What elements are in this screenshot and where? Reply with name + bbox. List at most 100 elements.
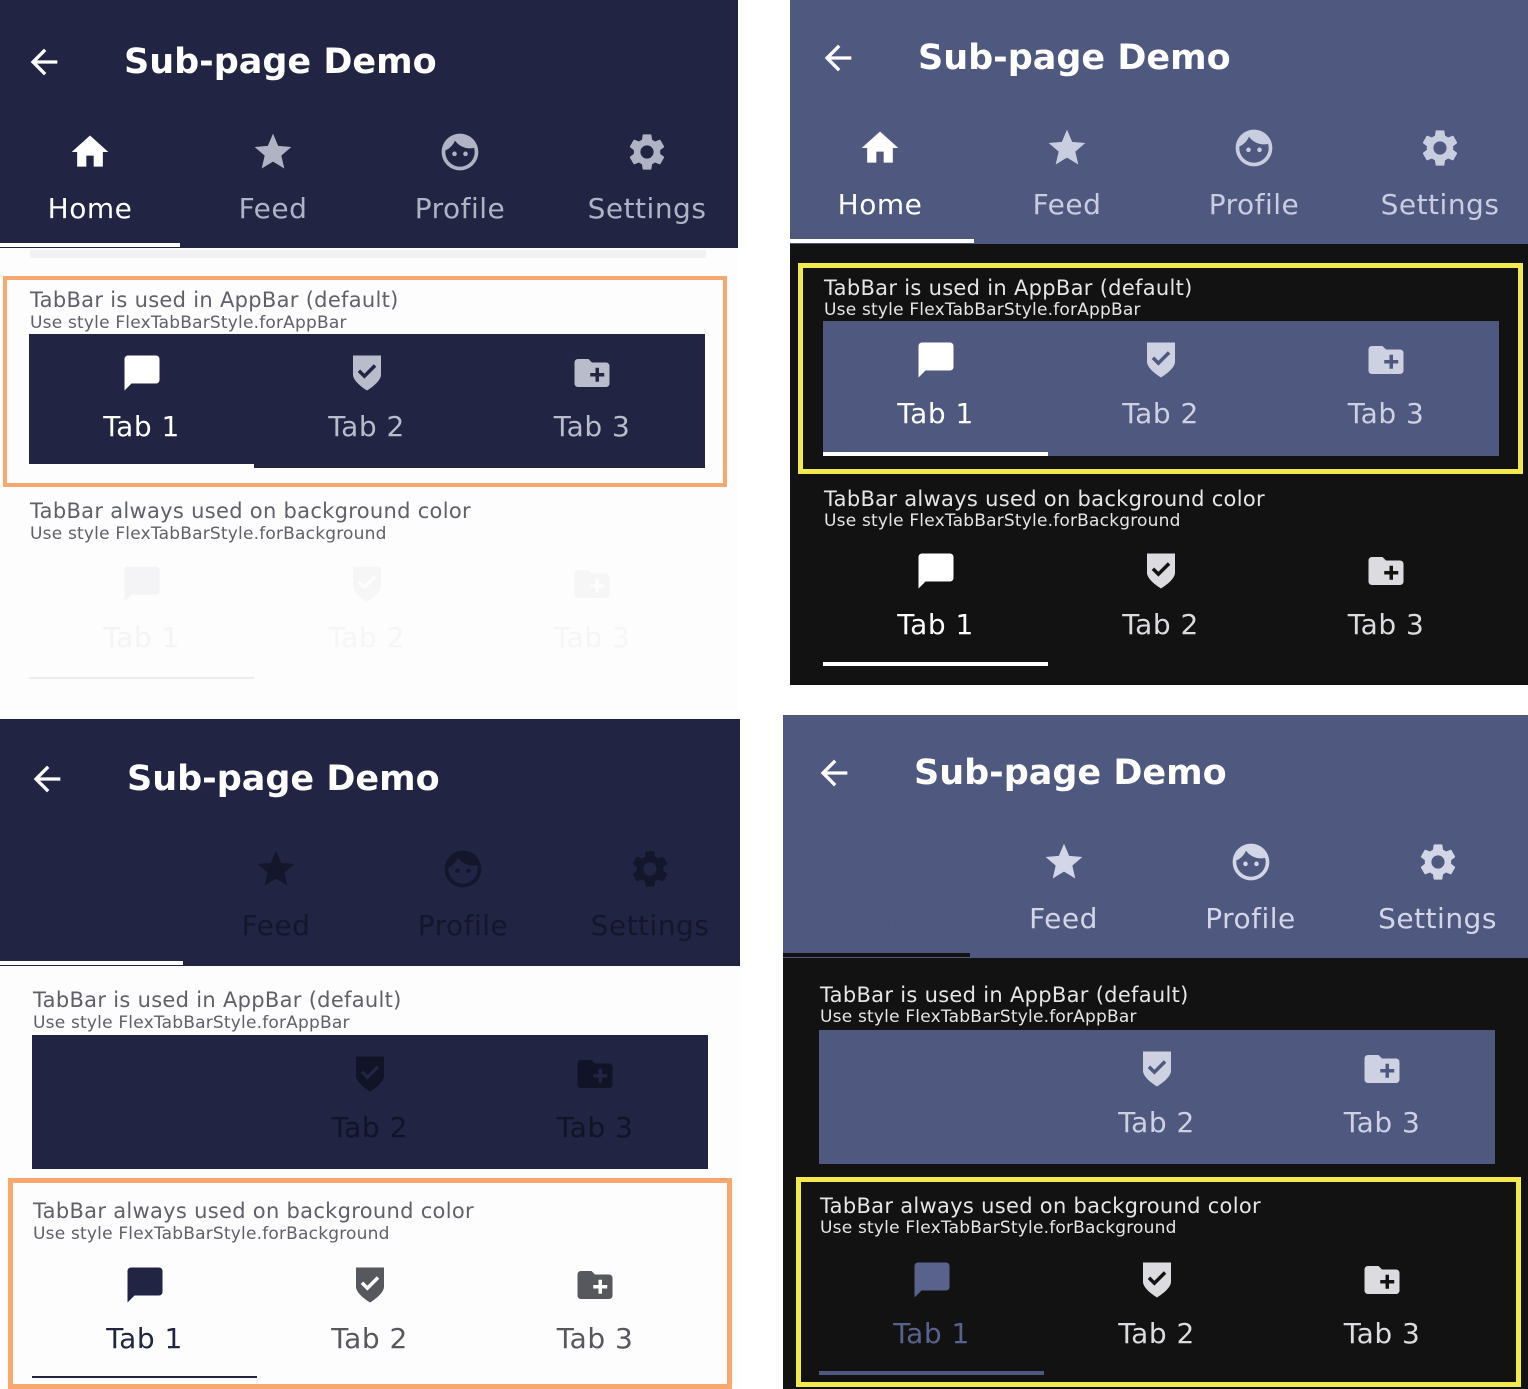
inner-tab-1[interactable]: Tab 1 [823,550,1048,641]
inner-tab-3[interactable]: Tab 3 [482,1264,708,1355]
inner-tab-3[interactable]: Tab 3 [479,352,705,443]
tab-feed[interactable]: Feed [974,126,1160,221]
inner-tab-2-label: Tab 2 [328,621,405,654]
app-bar: Sub-page Demo Home Feed Profile Settings [790,0,1528,244]
inner-tab-2[interactable]: Tab 2 [257,1264,482,1355]
home-icon [855,840,899,884]
tab-feed-label: Feed [1029,902,1098,935]
tab-home[interactable]: Home [783,840,970,935]
tab-feed[interactable]: Feed [970,840,1157,935]
inner-tab-3[interactable]: Tab 3 [482,1053,708,1144]
page-title: Sub-page Demo [127,759,440,799]
tab-profile[interactable]: Profile [369,847,557,942]
inner-tab-indicator [29,677,254,679]
inner-tab-indicator [819,1371,1044,1375]
app-bar: Sub-page Demo Home Feed Profile Settings [783,715,1528,958]
inner-tab-1[interactable]: Tab 1 [29,563,254,654]
section-appbar-subtitle: Use style FlexTabBarStyle.forAppBar [33,1013,350,1033]
section-appbar-subtitle: Use style FlexTabBarStyle.forAppBar [30,313,347,333]
inner-tab-1[interactable]: Tab 1 [819,1259,1044,1350]
back-arrow-icon[interactable] [27,759,67,799]
tab-profile[interactable]: Profile [1160,126,1348,221]
inner-tab-1[interactable]: Tab 1 [32,1264,257,1355]
back-arrow-icon[interactable] [24,42,64,82]
section-appbar-subtitle: Use style FlexTabBarStyle.forAppBar [820,1007,1137,1027]
tab-indicator [0,243,180,247]
inner-tab-indicator [823,662,1048,666]
folder-add-icon [574,1053,616,1095]
inner-tab-3[interactable]: Tab 3 [1273,550,1499,641]
inner-tab-2[interactable]: Tab 2 [1048,550,1273,641]
chat-icon [124,1264,166,1306]
inner-tab-2[interactable]: Tab 2 [1044,1048,1269,1139]
chat-icon [121,352,163,394]
tab-home-label: Home [837,188,923,221]
inner-tab-2-label: Tab 2 [1118,1106,1195,1139]
home-icon [70,847,114,891]
section-background-title: TabBar always used on background color [30,499,471,523]
tab-profile-label: Profile [1205,902,1296,935]
tab-home-label: Home [834,902,919,935]
inner-tab-3[interactable]: Tab 3 [1269,1048,1495,1139]
inner-tabbar-appbar-style: Tab 1 Tab 2 Tab 3 [32,1035,708,1169]
tab-home[interactable]: Home [0,847,183,942]
chat-icon [911,1259,953,1301]
inner-tab-3-label: Tab 3 [1347,397,1425,430]
inner-tabbar-appbar-style: Tab 1 Tab 2 Tab 3 [819,1030,1495,1164]
tab-settings[interactable]: Settings [557,847,740,942]
shield-check-icon [346,563,388,605]
tab-home[interactable]: Home [790,126,970,221]
inner-tab-3[interactable]: Tab 3 [1269,1259,1495,1350]
inner-tab-2[interactable]: Tab 2 [1048,339,1273,430]
gear-icon [625,130,669,174]
chat-icon [121,563,163,605]
star-icon [1045,126,1089,170]
inner-tab-2[interactable]: Tab 2 [254,563,479,654]
tab-feed[interactable]: Feed [183,847,369,942]
folder-add-icon [1365,550,1407,592]
tab-profile-label: Profile [417,909,509,942]
tab-indicator [0,961,183,965]
back-arrow-icon[interactable] [818,38,858,78]
inner-tab-indicator [823,452,1048,456]
section-background-subtitle: Use style FlexTabBarStyle.forBackground [820,1218,1177,1238]
inner-tab-1[interactable]: Tab 1 [32,1053,257,1144]
tab-profile[interactable]: Profile [366,130,554,225]
tab-settings[interactable]: Settings [1344,840,1528,935]
inner-tab-1-label: Tab 1 [103,621,180,654]
inner-tab-1[interactable]: Tab 1 [819,1048,1044,1139]
inner-tab-3-label: Tab 3 [1343,1106,1421,1139]
inner-tabbar-background-style: Tab 1 Tab 2 Tab 3 [819,1241,1495,1377]
inner-tab-2-label: Tab 2 [1118,1317,1195,1350]
inner-tab-1[interactable]: Tab 1 [29,352,254,443]
inner-tab-2[interactable]: Tab 2 [257,1053,482,1144]
shield-check-icon [349,1053,391,1095]
star-icon [254,847,298,891]
inner-tab-1-label: Tab 1 [106,1322,183,1355]
inner-tabbar-background-style: Tab 1 Tab 2 Tab 3 [823,532,1499,668]
inner-tab-3[interactable]: Tab 3 [479,563,705,654]
panel-dark-slate-default: Sub-page Demo Home Feed Profile Settings… [790,0,1528,685]
tab-feed[interactable]: Feed [180,130,366,225]
star-icon [251,130,295,174]
section-appbar-title: TabBar is used in AppBar (default) [824,276,1193,300]
inner-tab-3[interactable]: Tab 3 [1273,339,1499,430]
inner-tab-1-label: Tab 1 [893,1106,970,1139]
tab-feed-label: Feed [241,909,311,942]
tab-profile[interactable]: Profile [1157,840,1344,935]
inner-tab-2-label: Tab 2 [328,410,405,443]
inner-tab-2[interactable]: Tab 2 [254,352,479,443]
app-bar: Sub-page Demo Home Feed Profile Settings [0,0,738,248]
gear-icon [1418,126,1462,170]
home-icon [858,126,902,170]
tab-home-label: Home [49,909,134,942]
tab-settings[interactable]: Settings [554,130,738,225]
tab-home[interactable]: Home [0,130,180,225]
inner-tabbar-background-style: Tab 1 Tab 2 Tab 3 [29,545,705,685]
folder-add-icon [571,563,613,605]
inner-tab-2[interactable]: Tab 2 [1044,1259,1269,1350]
back-arrow-icon[interactable] [814,753,854,793]
tab-settings[interactable]: Settings [1346,126,1528,221]
inner-tab-1-label: Tab 1 [897,608,974,641]
inner-tab-1[interactable]: Tab 1 [823,339,1048,430]
